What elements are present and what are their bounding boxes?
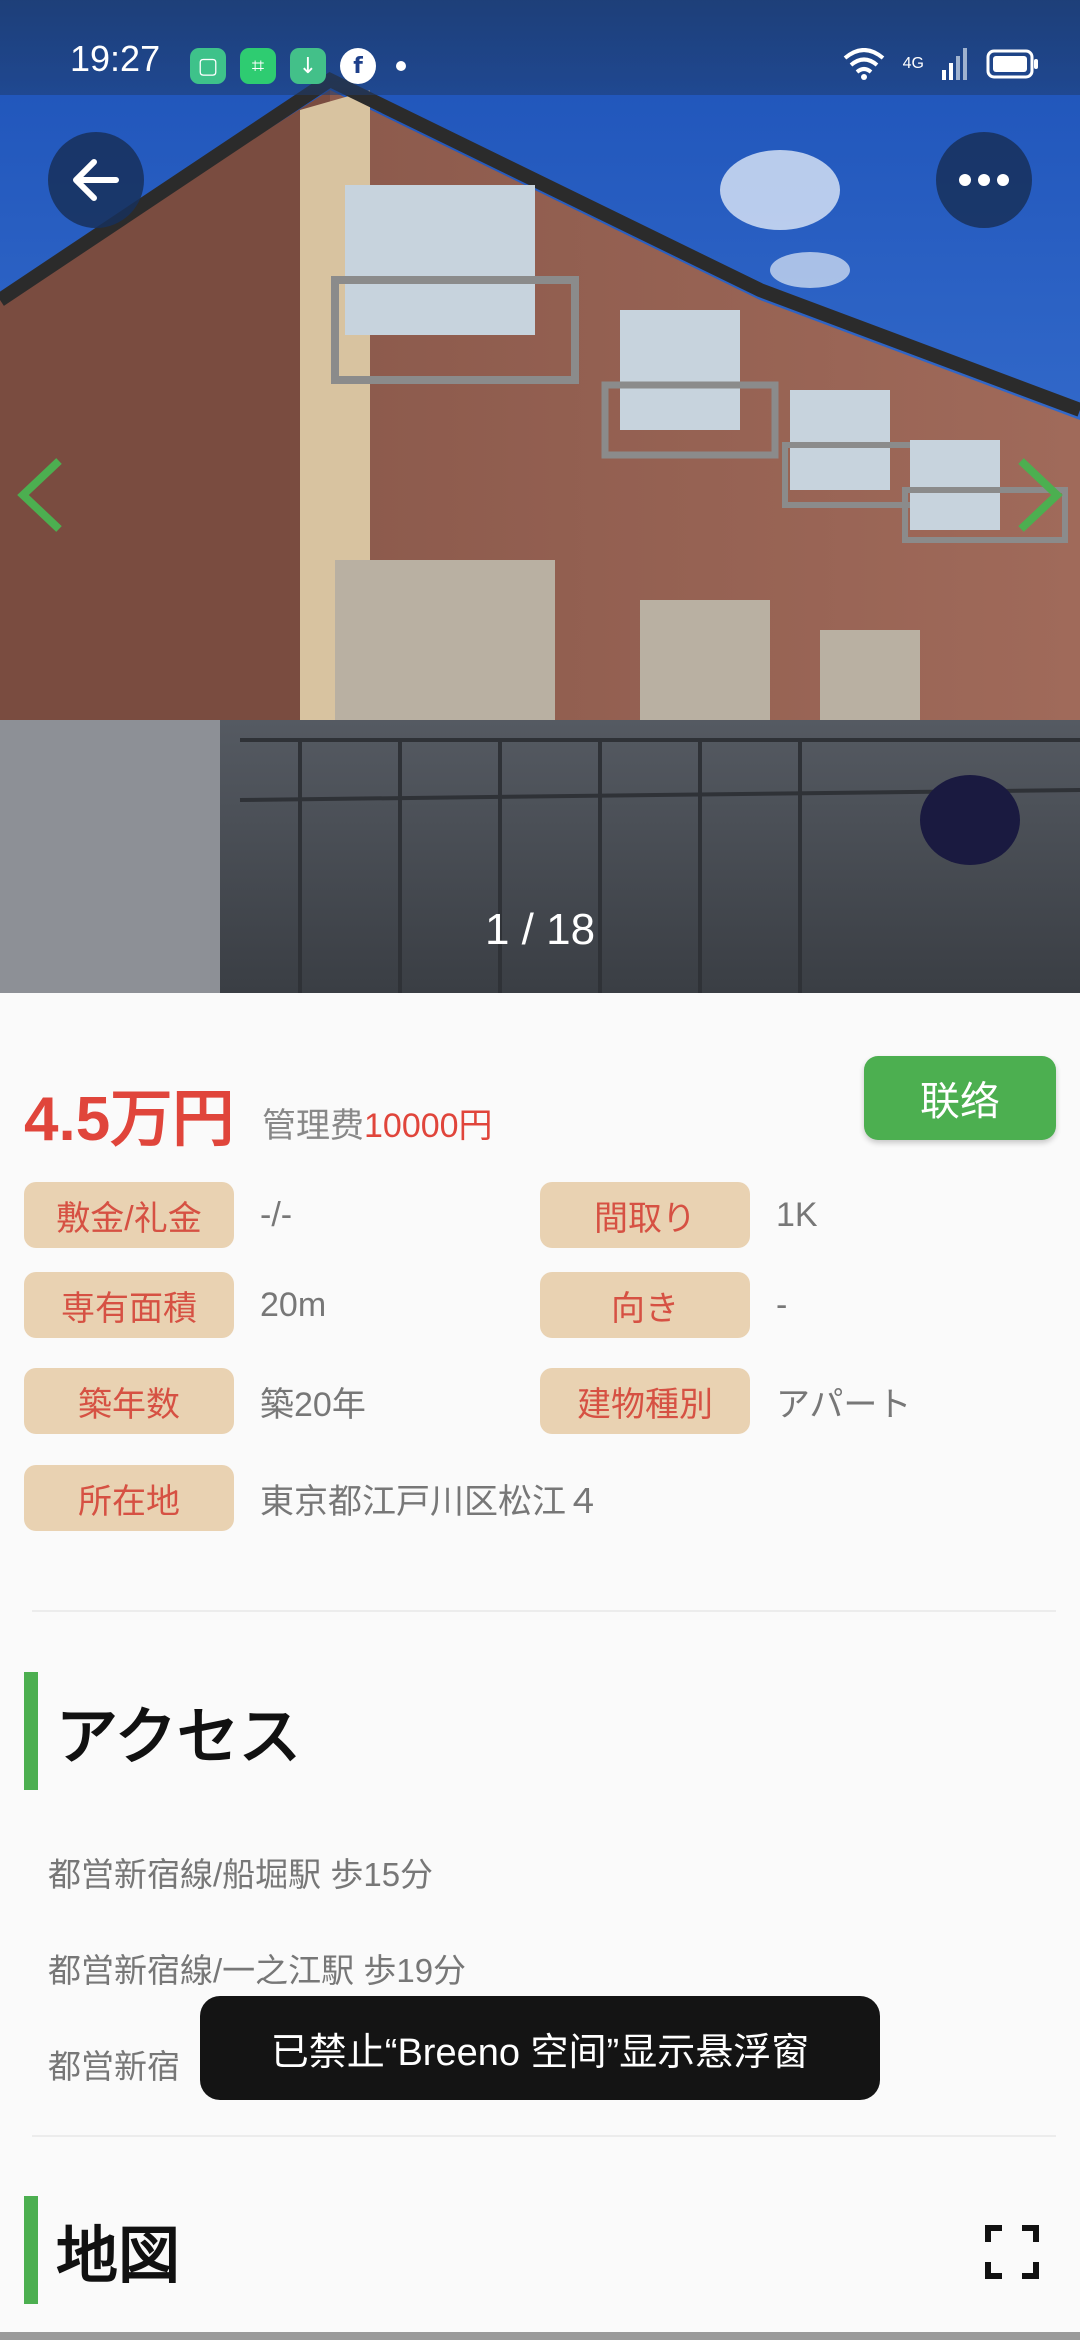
attribute-tag: 敷金/礼金 bbox=[24, 1182, 234, 1248]
next-photo-button[interactable] bbox=[1010, 455, 1070, 535]
divider bbox=[32, 1610, 1056, 1612]
signal-icon bbox=[942, 48, 967, 80]
status-right: 4G bbox=[843, 48, 1040, 80]
attribute-deposit: 敷金/礼金 -/- bbox=[24, 1182, 292, 1248]
access-title: アクセス bbox=[56, 1703, 301, 1772]
attribute-value: 東京都江戸川区松江４ bbox=[260, 1482, 600, 1521]
attribute-orientation: 向き - bbox=[540, 1272, 787, 1338]
back-button[interactable] bbox=[48, 132, 144, 228]
attribute-tag: 向き bbox=[540, 1272, 750, 1338]
attribute-tag: 専有面積 bbox=[24, 1272, 234, 1338]
status-time: 19:27 bbox=[70, 38, 161, 79]
toast-message: 已禁止“Breeno 空间”显示悬浮窗 bbox=[200, 1996, 880, 2100]
access-section-header: アクセス bbox=[24, 1672, 301, 1790]
attribute-tag: 間取り bbox=[540, 1182, 750, 1248]
management-fee: 管理费10000円 bbox=[262, 1098, 493, 1147]
network-type: 4G bbox=[902, 55, 924, 72]
section-accent-bar bbox=[24, 2196, 38, 2304]
attribute-area: 専有面積 20m bbox=[24, 1272, 326, 1338]
access-item: 都営新宿線/一之江駅 歩19分 bbox=[48, 1952, 467, 1989]
attribute-layout: 間取り 1K bbox=[540, 1182, 818, 1248]
attribute-value: 20m bbox=[260, 1285, 327, 1324]
contact-button[interactable]: 联络 bbox=[864, 1056, 1056, 1140]
more-notifications-dot bbox=[396, 61, 406, 71]
download-icon: ↓ bbox=[290, 48, 326, 84]
divider bbox=[32, 2135, 1056, 2137]
attribute-tag: 築年数 bbox=[24, 1368, 234, 1434]
section-accent-bar bbox=[24, 1672, 38, 1790]
fee-label: 管理费 bbox=[262, 1107, 364, 1145]
access-item: 都営新宿 bbox=[48, 2048, 180, 2085]
more-dots-icon bbox=[959, 174, 1009, 186]
qr-icon: ⌗ bbox=[240, 48, 276, 84]
battery-icon bbox=[986, 49, 1038, 79]
status-bar: 19:27 ▢ ⌗ ↓ f 4G bbox=[0, 0, 1080, 95]
map-fullscreen-button[interactable] bbox=[980, 2220, 1044, 2284]
notification-icons: ▢ ⌗ ↓ f bbox=[190, 48, 406, 84]
arrow-left-icon bbox=[73, 159, 119, 201]
attribute-value: 1K bbox=[776, 1195, 818, 1234]
facebook-icon: f bbox=[340, 48, 376, 84]
attribute-value: -/- bbox=[260, 1195, 293, 1234]
photo-gallery[interactable]: 19:27 ▢ ⌗ ↓ f 4G 1 / 18 bbox=[0, 0, 1080, 993]
building-photo bbox=[0, 0, 1080, 993]
attribute-value: アパート bbox=[776, 1385, 912, 1424]
attribute-address: 所在地 東京都江戸川区松江４ bbox=[24, 1465, 600, 1531]
more-options-button[interactable] bbox=[936, 132, 1032, 228]
attribute-tag: 所在地 bbox=[24, 1465, 234, 1531]
map-title: 地図 bbox=[56, 2222, 181, 2291]
rent-price: 4.5万円 bbox=[24, 1085, 235, 1154]
attribute-building-type: 建物種別 アパート bbox=[540, 1368, 911, 1434]
attribute-value: - bbox=[776, 1285, 788, 1324]
wifi-icon bbox=[843, 48, 884, 80]
map-view[interactable] bbox=[0, 2332, 1080, 2340]
photo-counter: 1 / 18 bbox=[484, 905, 596, 954]
fullscreen-icon bbox=[985, 2225, 1039, 2279]
attribute-tag: 建物種別 bbox=[540, 1368, 750, 1434]
tile-icon: ▢ bbox=[190, 48, 226, 84]
fee-value: 10000円 bbox=[364, 1107, 493, 1145]
chevron-left-icon bbox=[17, 458, 62, 532]
previous-photo-button[interactable] bbox=[10, 455, 70, 535]
chevron-right-icon bbox=[1018, 458, 1063, 532]
map-section-header: 地図 bbox=[24, 2196, 180, 2304]
attribute-age: 築年数 築20年 bbox=[24, 1368, 366, 1434]
attribute-value: 築20年 bbox=[260, 1385, 366, 1424]
access-item: 都営新宿線/船堀駅 歩15分 bbox=[48, 1856, 434, 1893]
